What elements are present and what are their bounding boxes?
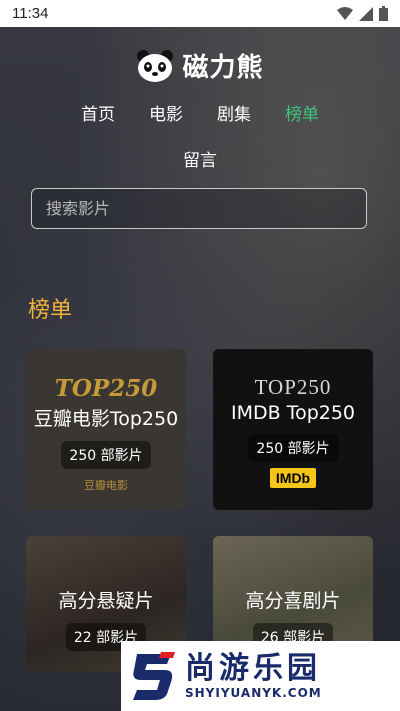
app-logo[interactable]: 磁力熊 bbox=[0, 47, 400, 84]
card-count: 250 部影片 bbox=[248, 434, 338, 462]
site-watermark: 尚游乐园 SHYIYUANYK.COM bbox=[121, 641, 400, 711]
battery-icon bbox=[379, 6, 388, 21]
card-title: IMDB Top250 bbox=[230, 402, 356, 424]
imdb-logo: IMDb bbox=[269, 468, 317, 488]
nav-item-messages[interactable]: 留言 bbox=[183, 151, 217, 171]
nav-item-rankings[interactable]: 榜单 bbox=[285, 100, 319, 125]
nav-row-2: 留言 bbox=[0, 146, 400, 171]
top250-badge: TOP250 bbox=[254, 375, 332, 399]
top250-badge: TOP250 bbox=[54, 375, 158, 402]
card-title: 豆瓣电影Top250 bbox=[33, 408, 179, 430]
card-count: 250 部影片 bbox=[61, 441, 151, 469]
ranking-card-douban[interactable]: TOP250 豆瓣电影Top250 250 部影片 豆瓣电影 bbox=[26, 349, 186, 510]
douban-logo: 豆瓣电影 bbox=[84, 479, 128, 492]
watermark-cn: 尚游乐园 bbox=[185, 651, 321, 686]
ranking-card-imdb[interactable]: TOP250 IMDB Top250 250 部影片 IMDb bbox=[213, 349, 373, 510]
wifi-icon bbox=[337, 6, 353, 20]
signal-icon bbox=[359, 6, 373, 21]
search-box[interactable] bbox=[31, 188, 367, 229]
panda-icon bbox=[137, 49, 174, 82]
nav-item-home[interactable]: 首页 bbox=[81, 100, 115, 125]
main-nav: 首页 电影 剧集 榜单 bbox=[0, 100, 400, 125]
section-title: 榜单 bbox=[28, 298, 73, 323]
status-bar: 11:34 bbox=[0, 0, 400, 27]
status-time: 11:34 bbox=[12, 5, 49, 22]
watermark-logo-icon bbox=[133, 652, 175, 700]
app-name: 磁力熊 bbox=[182, 53, 264, 83]
card-title: 高分悬疑片 bbox=[58, 590, 154, 612]
card-title: 高分喜剧片 bbox=[245, 590, 341, 612]
nav-item-series[interactable]: 剧集 bbox=[217, 100, 251, 125]
search-input[interactable] bbox=[32, 189, 366, 228]
nav-item-movies[interactable]: 电影 bbox=[149, 100, 183, 125]
watermark-en: SHYIYUANYK.COM bbox=[185, 686, 322, 700]
